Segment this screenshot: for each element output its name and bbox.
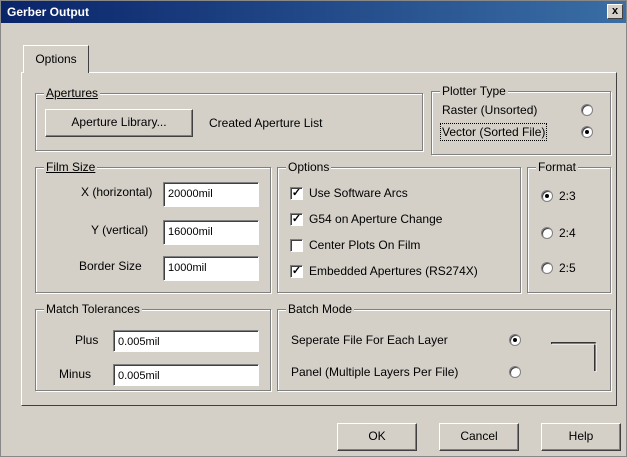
match-tolerances-group-title: Match Tolerances [44,302,142,316]
plus-tolerance-input[interactable]: 0.005mil [113,330,259,352]
g54-aperture-change-label: G54 on Aperture Change [309,212,443,226]
y-vertical-label: Y (vertical) [91,223,149,237]
center-plots-checkbox[interactable] [290,239,303,252]
batch-preview-icon [551,342,597,372]
panel-radio[interactable] [509,366,521,378]
plotter-raster-label: Raster (Unsorted) [442,103,538,117]
cancel-button[interactable]: Cancel [439,423,519,451]
plotter-vector-label: Vector (Sorted File) [439,123,548,141]
x-horizontal-label: X (horizontal) [81,185,153,199]
embedded-apertures-label: Embedded Apertures (RS274X) [309,264,478,278]
g54-aperture-change-checkbox[interactable]: ✓ [290,213,303,226]
title-bar[interactable]: Gerber Output x [1,1,626,23]
format-2-5-label: 2:5 [559,261,576,275]
gerber-output-dialog: Gerber Output x Options Apertures Apertu… [0,0,627,457]
embedded-apertures-checkbox[interactable]: ✓ [290,265,303,278]
x-horizontal-input[interactable]: 20000mil [163,182,259,207]
format-2-3-radio[interactable] [541,190,553,202]
tab-options[interactable]: Options [23,45,89,73]
close-button[interactable]: x [607,4,623,19]
aperture-library-button[interactable]: Aperture Library... [45,109,193,137]
plotter-vector-radio[interactable] [581,126,593,138]
center-plots-label: Center Plots On Film [309,238,421,252]
apertures-group-title: Apertures [44,86,101,100]
film-size-group-title: Film Size [44,160,98,174]
panel-label: Panel (Multiple Layers Per File) [291,365,459,379]
plotter-type-group: Plotter Type [431,84,611,155]
separate-file-label: Seperate File For Each Layer [291,333,448,347]
plus-label: Plus [75,333,99,347]
use-software-arcs-checkbox[interactable]: ✓ [290,187,303,200]
format-2-4-radio[interactable] [541,227,553,239]
format-2-4-label: 2:4 [559,226,576,240]
format-group-title: Format [536,160,579,174]
batch-mode-group-title: Batch Mode [286,302,355,316]
aperture-status-text: Created Aperture List [209,116,323,130]
separate-file-radio[interactable] [509,334,521,346]
minus-label: Minus [59,367,92,381]
plotter-raster-radio[interactable] [581,104,593,116]
format-2-5-radio[interactable] [541,262,553,274]
y-vertical-input[interactable]: 16000mil [163,220,259,245]
plotter-type-group-title: Plotter Type [440,84,508,98]
help-button[interactable]: Help [541,423,621,451]
use-software-arcs-label: Use Software Arcs [309,186,408,200]
border-size-label: Border Size [79,259,142,273]
window-title: Gerber Output [7,5,90,19]
options-group-title: Options [286,160,332,174]
border-size-input[interactable]: 1000mil [163,256,259,281]
ok-button[interactable]: OK [337,423,417,451]
format-2-3-label: 2:3 [559,189,576,203]
minus-tolerance-input[interactable]: 0.005mil [113,364,259,386]
